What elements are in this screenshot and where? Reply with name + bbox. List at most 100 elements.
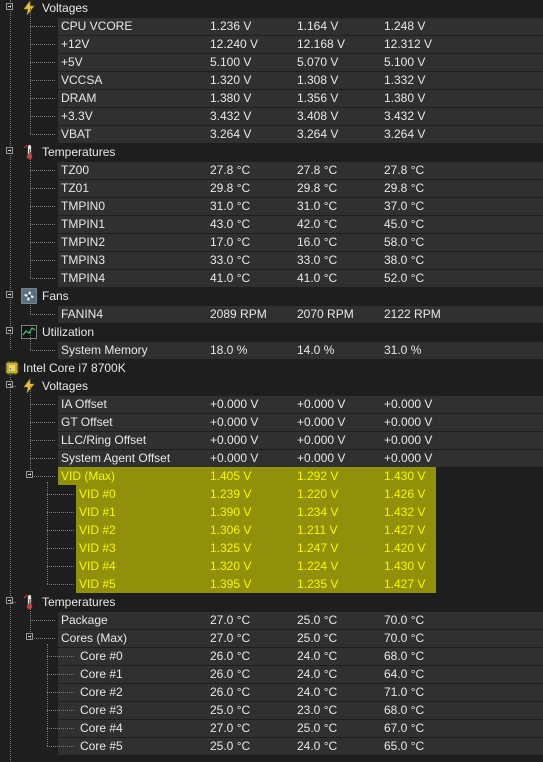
highlight-mark — [76, 503, 436, 521]
tree-line — [47, 494, 74, 495]
tree-row[interactable]: TMPIN1 43.0 °C 42.0 °C 45.0 °C — [0, 215, 543, 233]
current-value: +0.000 V — [210, 433, 259, 447]
voltage-icon — [21, 0, 37, 16]
max-value: 1.332 V — [384, 73, 426, 87]
tree-row[interactable]: +3.3V 3.432 V 3.408 V 3.432 V — [0, 107, 543, 125]
tree-row[interactable]: +12V 12.240 V 12.168 V 12.312 V — [0, 35, 543, 53]
current-value: 27.0 °C — [210, 631, 251, 645]
sensor-label: TMPIN0 — [61, 199, 106, 213]
tree-line — [30, 116, 55, 117]
tree-row[interactable]: Fans — [0, 287, 543, 305]
max-value: 3.264 V — [384, 127, 426, 141]
tree-row[interactable]: Package 27.0 °C 25.0 °C 70.0 °C — [0, 611, 543, 629]
tree-row[interactable]: IA Offset +0.000 V +0.000 V +0.000 V — [0, 395, 543, 413]
max-value: 3.432 V — [384, 109, 426, 123]
current-value: 1.395 V — [210, 577, 252, 591]
tree-row[interactable]: Core #5 25.0 °C 24.0 °C 65.0 °C — [0, 737, 543, 755]
tree-row[interactable]: VID #2 1.306 V 1.211 V 1.427 V — [0, 521, 543, 539]
min-value: 25.0 °C — [297, 631, 338, 645]
tree-row[interactable]: CPU VCORE 1.236 V 1.164 V 1.248 V — [0, 17, 543, 35]
current-value: 12.240 V — [210, 37, 259, 51]
tree-line — [47, 674, 74, 675]
tree-row[interactable]: TZ00 27.8 °C 27.8 °C 27.8 °C — [0, 161, 543, 179]
max-value: 1.380 V — [384, 91, 426, 105]
tree-row[interactable]: VID #0 1.239 V 1.220 V 1.426 V — [0, 485, 543, 503]
tree-line — [30, 422, 55, 423]
sensor-label: Core #3 — [80, 703, 123, 717]
min-value: 24.0 °C — [297, 685, 338, 699]
tree-row[interactable]: Utilization — [0, 323, 543, 341]
highlight-mark — [76, 575, 436, 593]
tree-row[interactable]: TMPIN0 31.0 °C 31.0 °C 37.0 °C — [0, 197, 543, 215]
tree-row[interactable]: +5V 5.100 V 5.070 V 5.100 V — [0, 53, 543, 71]
tree-row[interactable]: Temperatures — [0, 143, 543, 161]
current-value: 18.0 % — [210, 343, 248, 357]
tree-row[interactable]: Voltages — [0, 0, 543, 17]
tree-row[interactable]: LLC/Ring Offset +0.000 V +0.000 V +0.000 V — [0, 431, 543, 449]
min-value: 1.292 V — [297, 469, 339, 483]
tree-row[interactable]: GT Offset +0.000 V +0.000 V +0.000 V — [0, 413, 543, 431]
tree-row[interactable]: FANIN4 2089 RPM 2070 RPM 2122 RPM — [0, 305, 543, 323]
sensor-label: VBAT — [61, 127, 92, 141]
current-value: 26.0 °C — [210, 685, 251, 699]
tree-row[interactable]: TMPIN3 33.0 °C 33.0 °C 38.0 °C — [0, 251, 543, 269]
min-value: +0.000 V — [297, 433, 346, 447]
min-value: 12.168 V — [297, 37, 346, 51]
tree-line — [47, 482, 48, 584]
tree-row[interactable]: Core #3 25.0 °C 23.0 °C 68.0 °C — [0, 701, 543, 719]
current-value: 29.8 °C — [210, 181, 251, 195]
sensor-label: Intel Core i7 8700K — [23, 361, 126, 375]
tree-row[interactable]: Cores (Max) 27.0 °C 25.0 °C 70.0 °C — [0, 629, 543, 647]
tree-row[interactable]: Temperatures — [0, 593, 543, 611]
tree-row[interactable]: VCCSA 1.320 V 1.308 V 1.332 V — [0, 71, 543, 89]
tree-row[interactable]: VID (Max) 1.405 V 1.292 V 1.430 V — [0, 467, 543, 485]
tree-row[interactable]: DRAM 1.380 V 1.356 V 1.380 V — [0, 89, 543, 107]
min-value: +0.000 V — [297, 451, 346, 465]
tree-row[interactable]: TZ01 29.8 °C 29.8 °C 29.8 °C — [0, 179, 543, 197]
tree-row[interactable]: System Memory 18.0 % 14.0 % 31.0 % — [0, 341, 543, 359]
sensor-label: Fans — [42, 289, 69, 303]
current-value: 26.0 °C — [210, 649, 251, 663]
highlight-mark — [76, 521, 436, 539]
tree-row[interactable]: VID #4 1.320 V 1.224 V 1.430 V — [0, 557, 543, 575]
sensor-label: Cores (Max) — [61, 631, 128, 645]
tree-line — [47, 710, 74, 711]
tree-row[interactable]: Voltages — [0, 377, 543, 395]
sensor-label: +3.3V — [61, 109, 93, 123]
sensor-label: Utilization — [42, 325, 95, 339]
tree-row[interactable]: Core #4 27.0 °C 25.0 °C 67.0 °C — [0, 719, 543, 737]
tree-line — [30, 98, 55, 99]
tree-row[interactable]: Core #1 26.0 °C 24.0 °C 64.0 °C — [0, 665, 543, 683]
sensor-label: Temperatures — [42, 595, 116, 609]
max-value: 68.0 °C — [384, 649, 425, 663]
tree-row[interactable]: System Agent Offset +0.000 V +0.000 V +0.00… — [0, 449, 543, 467]
tree-line — [30, 404, 55, 405]
current-value: +0.000 V — [210, 397, 259, 411]
tree-row[interactable]: VBAT 3.264 V 3.264 V 3.264 V — [0, 125, 543, 143]
sensor-label: VID #1 — [79, 505, 116, 519]
sensor-label: TZ00 — [61, 163, 90, 177]
current-value: 1.320 V — [210, 559, 252, 573]
min-value: 3.264 V — [297, 127, 339, 141]
current-value: 43.0 °C — [210, 217, 251, 231]
tree-row[interactable]: Core #2 26.0 °C 24.0 °C 71.0 °C — [0, 683, 543, 701]
sensor-label: Core #2 — [80, 685, 123, 699]
tree-line — [47, 692, 74, 693]
sensor-label: VID #0 — [79, 487, 116, 501]
min-value: +0.000 V — [297, 415, 346, 429]
tree-row[interactable]: Core #0 26.0 °C 24.0 °C 68.0 °C — [0, 647, 543, 665]
sensor-label: LLC/Ring Offset — [61, 433, 147, 447]
tree-row[interactable]: TMPIN2 17.0 °C 16.0 °C 58.0 °C — [0, 233, 543, 251]
tree-row[interactable]: VID #5 1.395 V 1.235 V 1.427 V — [0, 575, 543, 593]
tree-row[interactable]: VID #1 1.390 V 1.234 V 1.432 V — [0, 503, 543, 521]
tree-line — [47, 746, 74, 747]
tree-row[interactable]: Intel Core i7 8700K — [0, 359, 543, 377]
tree-row[interactable]: VID #3 1.325 V 1.247 V 1.420 V — [0, 539, 543, 557]
tree-line — [30, 458, 55, 459]
min-value: 1.164 V — [297, 19, 339, 33]
tree-row[interactable]: TMPIN4 41.0 °C 41.0 °C 52.0 °C — [0, 269, 543, 287]
max-value: 12.312 V — [384, 37, 433, 51]
max-value: 58.0 °C — [384, 235, 425, 249]
max-value: 1.432 V — [384, 505, 426, 519]
sensor-label: VCCSA — [61, 73, 103, 87]
